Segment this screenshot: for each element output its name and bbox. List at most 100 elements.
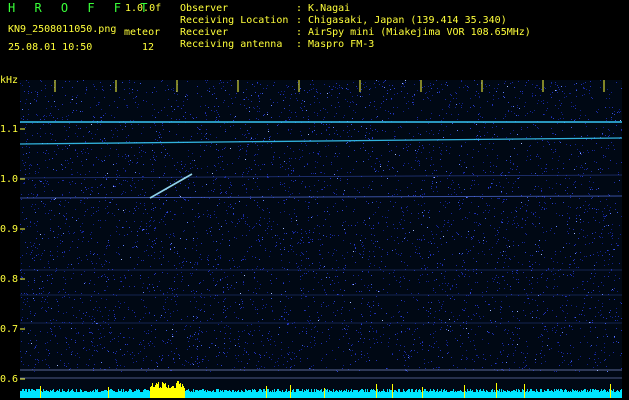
spectrum-column xyxy=(578,392,579,398)
spectrum-column xyxy=(175,388,176,398)
spectrum-column xyxy=(91,392,92,398)
spectrum-column xyxy=(429,391,430,398)
spectrum-column xyxy=(250,390,251,398)
antenna-label: Receiving antenna xyxy=(180,39,283,50)
spectrum-column xyxy=(342,392,343,398)
spectrum-column xyxy=(246,390,247,398)
spectrum-column xyxy=(381,391,382,398)
spectrum-column xyxy=(567,392,568,398)
spectrum-column xyxy=(75,392,76,398)
spectrum-column xyxy=(299,391,300,398)
spectrum-column xyxy=(606,392,607,398)
spectrum-column xyxy=(298,389,299,398)
spectrum-column xyxy=(566,390,567,398)
spectrum-column xyxy=(512,391,513,398)
spectrum-column xyxy=(608,392,609,398)
spectrum-column xyxy=(38,389,39,398)
spectrum-column xyxy=(479,390,480,398)
spectrum-column xyxy=(401,392,402,398)
spectrum-column xyxy=(379,391,380,398)
spectrum-column xyxy=(492,389,493,398)
spectrum-column xyxy=(54,392,55,398)
spectrum-column xyxy=(463,392,464,398)
spectrum-column xyxy=(536,389,537,398)
spectrum-column xyxy=(589,391,590,398)
spectrum-column xyxy=(552,391,553,398)
spectrum-column xyxy=(216,389,217,398)
spectrum-column xyxy=(425,389,426,398)
spectrum-column xyxy=(535,392,536,398)
spectrum-column xyxy=(257,392,258,398)
spectrum-column xyxy=(361,389,362,398)
spectrum-column xyxy=(277,389,278,398)
spectrum-column xyxy=(500,392,501,398)
spectrum-column xyxy=(85,391,86,398)
spectrum-column xyxy=(613,389,614,398)
spectrum-column xyxy=(501,389,502,398)
spectrum-column xyxy=(22,389,23,398)
spectrum-column xyxy=(545,391,546,398)
spectrum-column xyxy=(548,389,549,398)
spectrum-column xyxy=(600,391,601,398)
spectrum-column xyxy=(506,392,507,398)
spectrum-column xyxy=(585,389,586,398)
spectrum-column xyxy=(402,392,403,398)
spectrum-column xyxy=(133,392,134,398)
spectrum-column xyxy=(183,386,184,398)
spectrum-column xyxy=(521,392,522,398)
spectrum-column xyxy=(155,385,156,398)
spectrum-column xyxy=(247,391,248,398)
spectrum-column xyxy=(201,390,202,398)
spectrum-column xyxy=(165,383,166,398)
spectrum-column xyxy=(556,389,557,398)
spectrum-column xyxy=(416,389,417,398)
spectrum-column xyxy=(52,390,53,398)
spectrum-column xyxy=(178,381,179,398)
spectrum-column xyxy=(446,390,447,398)
spectrum-column xyxy=(360,390,361,398)
spectrum-column xyxy=(199,390,200,398)
spectrum-column xyxy=(517,392,518,398)
spectrum-column xyxy=(430,389,431,398)
spectrum-column xyxy=(96,390,97,398)
spectrum-column xyxy=(162,382,163,398)
spectrum-column xyxy=(173,386,174,398)
datetime-label: 25.08.01 10:50 xyxy=(8,42,93,53)
spectrum-column xyxy=(261,390,262,398)
spectrum-column xyxy=(367,389,368,398)
spectrum-column xyxy=(388,392,389,398)
spectrum-column xyxy=(335,391,336,398)
spectrum-column xyxy=(561,389,562,398)
spectrum-column xyxy=(26,389,27,398)
spectrum-column xyxy=(516,389,517,398)
spectrum-column xyxy=(510,392,511,398)
spectrum-column xyxy=(508,391,509,398)
spectrum-column xyxy=(219,392,220,398)
spectrum-column xyxy=(448,392,449,398)
spectrum-column xyxy=(404,391,405,398)
y-tick-label: 0.8 xyxy=(0,274,19,285)
spectrum-column xyxy=(202,389,203,398)
spectrum-column xyxy=(176,383,177,398)
spectrum-column xyxy=(296,389,297,398)
spectrum-column xyxy=(136,389,137,398)
spectrum-column xyxy=(549,391,550,398)
spectrum-column xyxy=(576,391,577,398)
spectrum-column xyxy=(612,391,613,398)
spectrum-column xyxy=(313,392,314,398)
spectrum-column xyxy=(373,389,374,398)
spectrum-column xyxy=(258,391,259,398)
spectrum-column xyxy=(397,392,398,398)
y-unit-label: kHz xyxy=(0,75,19,86)
spectrum-column xyxy=(607,391,608,398)
spectrum-column xyxy=(267,389,268,398)
spectrum-spike xyxy=(392,384,393,398)
spectrum-column xyxy=(466,392,467,398)
spectrum-column xyxy=(421,392,422,398)
spectrum-column xyxy=(438,392,439,398)
spectrum-column xyxy=(450,391,451,398)
spectrum-column xyxy=(32,389,33,398)
spectrum-column xyxy=(540,389,541,398)
filename-label: KN9_2508011050.png xyxy=(8,24,117,35)
spectrum-column xyxy=(231,392,232,398)
